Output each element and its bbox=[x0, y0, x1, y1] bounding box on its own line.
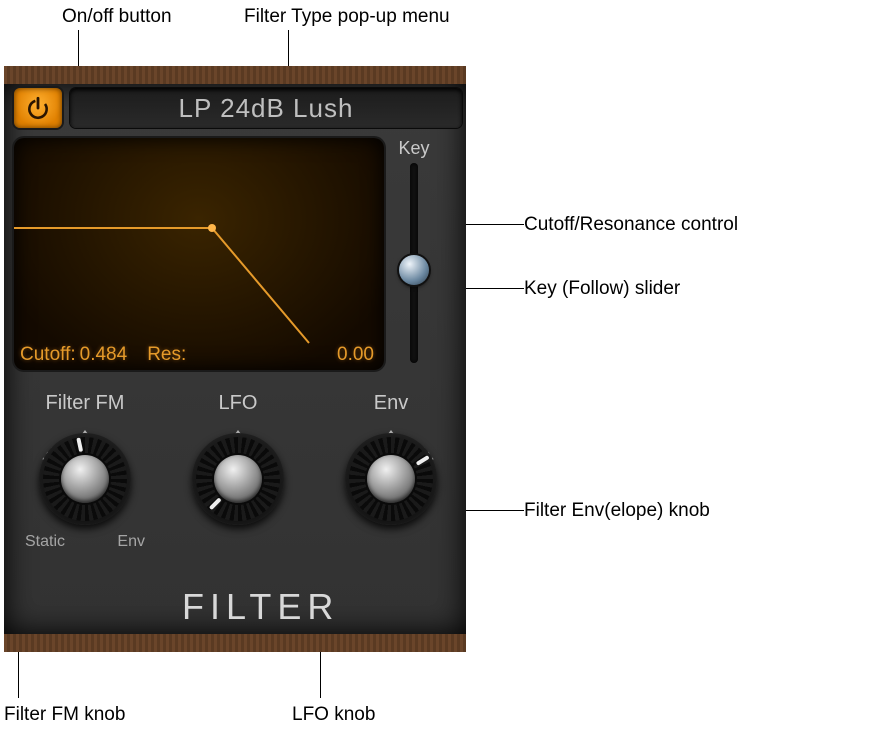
callout-filter-type: Filter Type pop-up menu bbox=[244, 6, 450, 28]
callout-lfo-knob: LFO knob bbox=[292, 704, 375, 726]
key-follow-slider[interactable] bbox=[410, 163, 418, 363]
res-value: 0.00 bbox=[337, 344, 374, 366]
key-follow-label: Key bbox=[398, 138, 429, 159]
callout-fm-knob: Filter FM knob bbox=[4, 704, 125, 726]
fm-sub-static: Static bbox=[25, 533, 65, 551]
cutoff-resonance-display[interactable]: Cutoff: 0.484 Res: 0.00 bbox=[14, 138, 384, 370]
filter-module: LP 24dB Lush Cutoff: 0.484 Res: 0.00 Key bbox=[4, 66, 466, 652]
lfo-knob[interactable] bbox=[192, 433, 284, 525]
display-readout: Cutoff: 0.484 Res: 0.00 bbox=[14, 340, 384, 370]
cutoff-value: 0.484 bbox=[80, 344, 128, 366]
power-icon bbox=[25, 95, 51, 121]
filter-fm-knob[interactable] bbox=[39, 433, 131, 525]
callout-onoff: On/off button bbox=[62, 6, 172, 28]
lfo-group: LFO bbox=[173, 392, 303, 551]
callout-cutoff-res: Cutoff/Resonance control bbox=[524, 214, 738, 236]
res-label: Res: bbox=[147, 344, 186, 366]
fm-sub-env: Env bbox=[117, 533, 145, 551]
callout-env-knob: Filter Env(elope) knob bbox=[524, 500, 710, 522]
section-title: FILTER bbox=[182, 586, 339, 628]
lfo-label: LFO bbox=[219, 392, 258, 415]
cutoff-label: Cutoff: bbox=[20, 344, 76, 366]
callout-line bbox=[460, 288, 524, 289]
filter-fm-group: Filter FM Static Env bbox=[20, 392, 150, 551]
filter-curve bbox=[14, 138, 384, 370]
env-label: Env bbox=[374, 392, 408, 415]
callout-key-slider: Key (Follow) slider bbox=[524, 278, 680, 300]
env-group: Env bbox=[326, 392, 456, 551]
key-follow-slider-group: Key bbox=[392, 138, 436, 370]
power-button[interactable] bbox=[14, 88, 62, 128]
filter-type-popup[interactable]: LP 24dB Lush bbox=[70, 88, 462, 128]
env-knob[interactable] bbox=[345, 433, 437, 525]
key-follow-thumb[interactable] bbox=[399, 255, 429, 285]
filter-fm-label: Filter FM bbox=[46, 392, 125, 415]
